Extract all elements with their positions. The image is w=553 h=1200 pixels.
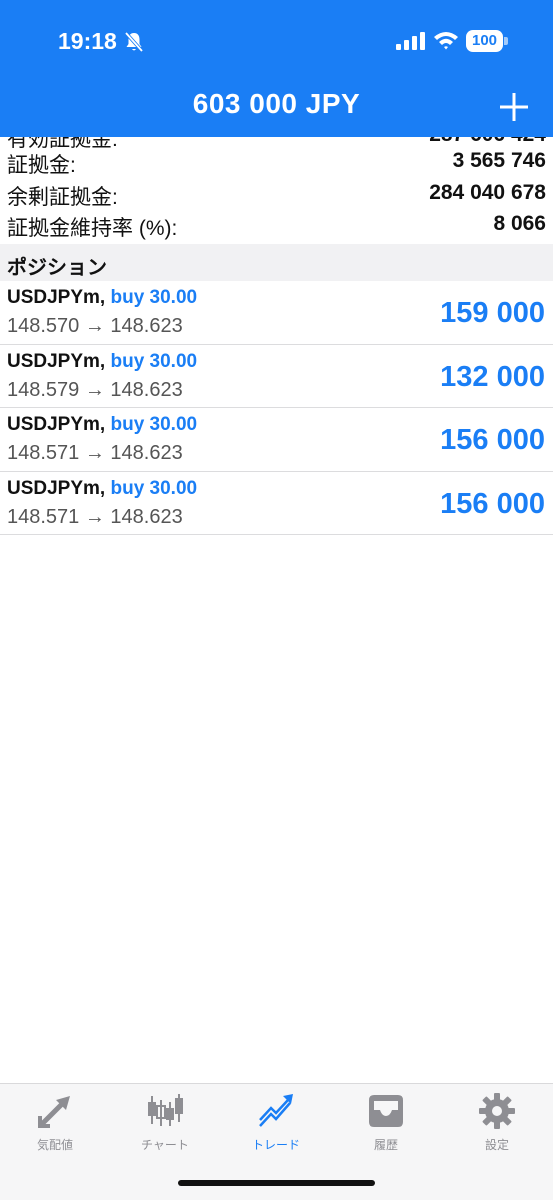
tab-label: 履歴: [373, 1138, 398, 1152]
position-row[interactable]: USDJPYm, buy 30.00 148.571 → 148.623 156…: [0, 472, 553, 535]
tab-settings[interactable]: 設定: [442, 1092, 552, 1152]
home-indicator: [178, 1180, 375, 1186]
current-price: 148.623: [110, 378, 183, 401]
status-bar: 19:18 100: [0, 0, 553, 80]
summary-label: 証拠金:: [7, 154, 76, 177]
position-profit: 132 000: [440, 360, 545, 393]
position-side: buy 30.00: [110, 414, 198, 435]
summary-row-margin: 証拠金: 3 565 746: [0, 149, 553, 181]
summary-value: 8 066: [493, 212, 546, 235]
arrow-right-icon: →: [84, 378, 105, 401]
position-row[interactable]: USDJPYm, buy 30.00 148.571 → 148.623 156…: [0, 408, 553, 472]
open-price: 148.570: [7, 315, 80, 337]
section-title: ポジション: [7, 257, 107, 279]
tab-quotes[interactable]: 気配値: [0, 1092, 110, 1152]
arrow-right-icon: →: [84, 442, 105, 464]
position-side: buy 30.00: [110, 287, 198, 308]
tab-label: チャート: [141, 1138, 189, 1152]
summary-row-partial: 有効証拠金: 287 606 424: [0, 137, 553, 149]
summary-value: 3 565 746: [452, 149, 546, 172]
position-row[interactable]: USDJPYm, buy 30.00 148.579 → 148.623 132…: [0, 345, 553, 408]
position-side: buy 30.00: [110, 477, 198, 499]
position-profit: 159 000: [440, 297, 545, 329]
positions-section-header: ポジション: [0, 244, 553, 281]
summary-value: 287 606 424: [429, 137, 546, 147]
candlestick-chart-icon: [148, 1094, 183, 1126]
current-price: 148.623: [110, 315, 183, 337]
summary-label: 有効証拠金:: [7, 137, 118, 149]
positions-list: USDJPYm, buy 30.00 148.570 → 148.623 159…: [0, 281, 553, 535]
current-price: 148.623: [110, 442, 183, 464]
trade-screen: 19:18 100 603 000 JPY 有効証拠金: 証拠金: 3 565 …: [0, 0, 553, 1200]
position-symbol: USDJPYm,: [7, 414, 106, 435]
position-row[interactable]: USDJPYm, buy 30.00 148.570 → 148.623 159…: [0, 281, 553, 345]
gear-icon: [479, 1093, 515, 1129]
wifi-icon: [434, 32, 458, 50]
open-price: 148.571: [7, 505, 80, 528]
position-symbol: USDJPYm,: [7, 287, 106, 308]
position-profit: 156 000: [440, 424, 545, 456]
current-price: 148.623: [110, 505, 183, 528]
tab-label: 設定: [484, 1138, 509, 1152]
position-symbol: USDJPYm,: [7, 350, 106, 372]
summary-row-free-margin: 余剰証拠金: 284 040 678: [0, 181, 553, 213]
position-side: buy 30.00: [110, 350, 198, 372]
tab-history[interactable]: 履歴: [331, 1092, 441, 1152]
tab-label: 気配値: [36, 1138, 73, 1152]
tab-chart[interactable]: チャート: [110, 1092, 220, 1152]
account-profit-title: 603 000 JPY: [192, 88, 361, 119]
header-bar: 19:18 100 603 000 JPY: [0, 0, 553, 137]
summary-row-margin-level: 証拠金維持率 (%): 8 066: [0, 212, 553, 244]
open-price: 148.571: [7, 442, 80, 464]
trade-trend-icon: [259, 1094, 293, 1127]
tab-label: トレード: [251, 1138, 300, 1152]
history-inbox-icon: [369, 1095, 403, 1127]
add-order-icon[interactable]: [497, 90, 531, 124]
cellular-signal-icon: [396, 32, 425, 50]
open-price: 148.579: [7, 378, 80, 401]
status-time: 19:18: [58, 28, 117, 54]
summary-value: 284 040 678: [429, 181, 546, 204]
tab-trade[interactable]: トレード: [221, 1092, 331, 1152]
position-symbol: USDJPYm,: [7, 477, 106, 499]
summary-label: 余剰証拠金:: [7, 186, 118, 209]
arrow-right-icon: →: [84, 315, 105, 337]
quotes-arrows-icon: [38, 1096, 70, 1128]
arrow-right-icon: →: [84, 505, 105, 528]
summary-label: 証拠金維持率 (%):: [7, 217, 178, 240]
bell-muted-icon: [124, 31, 144, 53]
battery-icon: 100: [466, 30, 508, 52]
position-profit: 156 000: [440, 487, 545, 520]
battery-level: 100: [466, 30, 503, 52]
